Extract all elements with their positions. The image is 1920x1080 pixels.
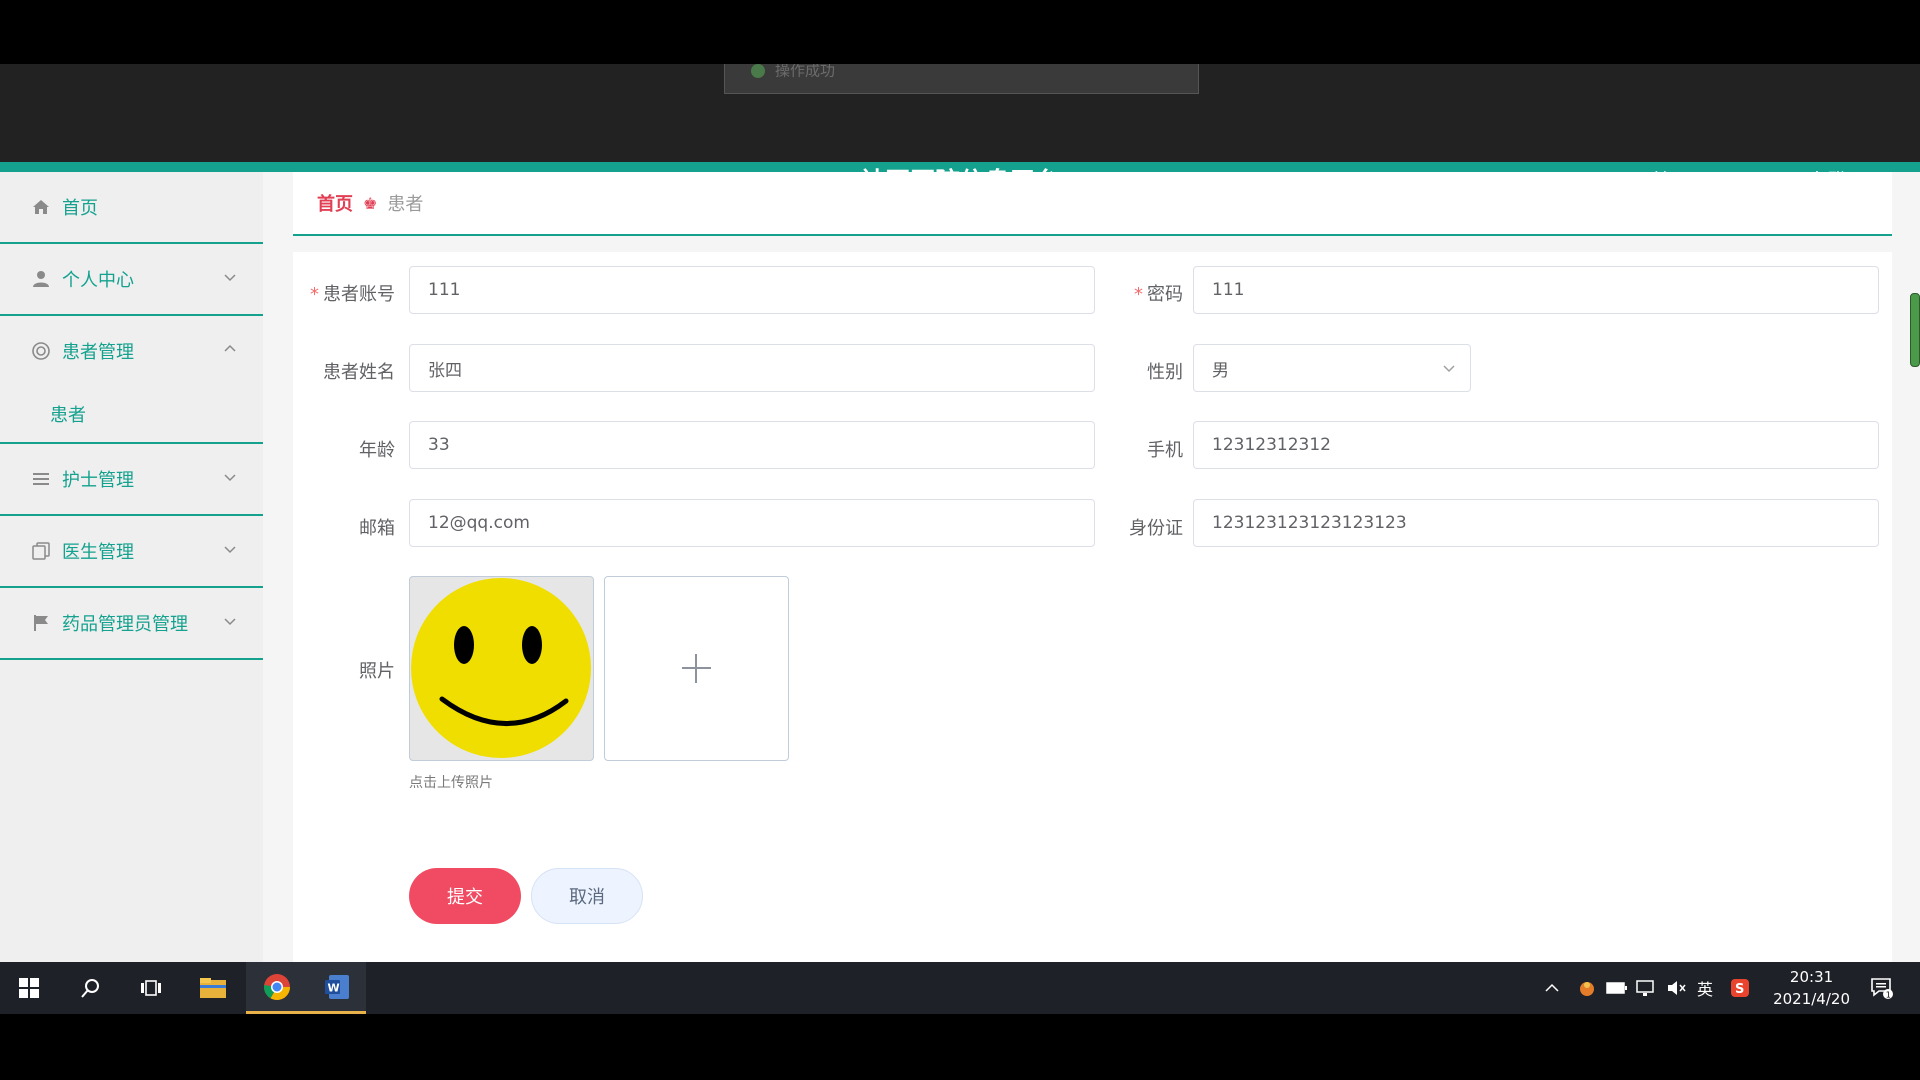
success-toast: 操作成功 [724, 64, 1199, 94]
phone-label: 手机 [1147, 440, 1183, 461]
photo-label: 照片 [359, 661, 395, 682]
list-icon [30, 468, 52, 490]
email-input[interactable]: 12@qq.com [409, 499, 1095, 547]
sidebar-item-doctors[interactable]: 医生管理 [0, 516, 263, 588]
sidebar-item-label: 个人中心 [62, 270, 134, 291]
password-label: * 密码 [1134, 284, 1183, 305]
sidebar-item-patients[interactable]: 患者管理 [0, 316, 263, 386]
check-icon [751, 64, 765, 78]
volume-muted-icon[interactable] [1666, 962, 1686, 1014]
chevron-up-icon [224, 344, 236, 352]
chevron-down-icon [1443, 365, 1455, 373]
cancel-button[interactable]: 取消 [531, 868, 643, 924]
main-content: 首页 ♚ 患者 * 患者账号 111 * 密码 111 患者姓名 张四 性别 男 年… [263, 172, 1920, 962]
sidebar-item-label: 护士管理 [62, 470, 134, 491]
toast-text: 操作成功 [775, 64, 836, 80]
account-label: * 患者账号 [310, 284, 395, 305]
breadcrumb-home[interactable]: 首页 [317, 190, 353, 216]
clock[interactable]: 20:31 2021/4/20 [1773, 966, 1850, 1010]
sidebar-item-label: 医生管理 [62, 542, 134, 563]
plus-icon [682, 654, 711, 683]
notification-icon[interactable]: 1 [1870, 962, 1894, 1014]
windows-taskbar: W 英 S 20:31 2021/4/20 1 [0, 962, 1920, 1014]
submit-button[interactable]: 提交 [409, 868, 521, 924]
chrome-icon[interactable] [246, 962, 308, 1014]
breadcrumb-current: 患者 [387, 194, 424, 215]
flag-icon [30, 612, 52, 634]
sogou-icon[interactable]: S [1730, 962, 1750, 1014]
gender-value: 男 [1212, 360, 1229, 381]
patient-form: * 患者账号 111 * 密码 111 患者姓名 张四 性别 男 年龄 33 手机 … [293, 252, 1892, 962]
clock-time: 20:31 [1789, 968, 1834, 986]
sidebar-subitem-patient[interactable]: 患者 [0, 386, 263, 444]
sidebar-item-label: 药品管理员管理 [62, 614, 188, 635]
patient-icon [30, 340, 52, 362]
password-input[interactable]: 111 [1193, 266, 1879, 314]
sidebar-item-pharmacists[interactable]: 药品管理员管理 [0, 588, 263, 660]
upload-button[interactable] [604, 576, 789, 761]
file-explorer-icon[interactable] [184, 962, 242, 1014]
age-input[interactable]: 33 [409, 421, 1095, 469]
ime-indicator[interactable]: 英 [1697, 962, 1713, 1014]
chevron-down-icon [224, 274, 236, 282]
name-input[interactable]: 张四 [409, 344, 1095, 392]
clock-date: 2021/4/20 [1773, 990, 1850, 1008]
gender-select[interactable]: 男 [1193, 344, 1471, 392]
sidebar-item-profile[interactable]: 个人中心 [0, 244, 263, 316]
word-icon[interactable]: W [308, 962, 366, 1014]
network-icon[interactable] [1636, 962, 1656, 1014]
task-view-icon[interactable] [122, 962, 180, 1014]
scrollbar[interactable] [1910, 293, 1920, 367]
sidebar-item-label: 患者管理 [62, 342, 134, 363]
notification-count: 1 [1886, 990, 1891, 999]
upload-tip: 点击上传照片 [409, 775, 493, 791]
age-label: 年龄 [359, 440, 395, 461]
home-icon [30, 196, 52, 218]
account-input[interactable]: 111 [409, 266, 1095, 314]
copy-icon [30, 540, 52, 562]
user-icon [30, 268, 52, 290]
sidebar: 首页 个人中心 患者管理 患者 护士管理 医生管理 药品管理员管理 [0, 172, 263, 962]
start-icon[interactable] [0, 962, 58, 1014]
chevron-down-icon [224, 618, 236, 626]
sidebar-item-label: 首页 [62, 198, 98, 219]
battery-icon[interactable] [1606, 962, 1628, 1014]
chevron-down-icon [224, 546, 236, 554]
idcard-input[interactable]: 123123123123123123 [1193, 499, 1879, 547]
tray-chevron-icon[interactable] [1544, 962, 1560, 1014]
svg-text:W: W [328, 981, 340, 994]
crown-icon: ♚ [363, 193, 378, 213]
svg-text:S: S [1735, 982, 1744, 997]
uploaded-photo[interactable] [409, 576, 594, 761]
email-label: 邮箱 [359, 518, 395, 539]
name-label: 患者姓名 [323, 362, 395, 383]
phone-input[interactable]: 12312312312 [1193, 421, 1879, 469]
idcard-label: 身份证 [1129, 518, 1183, 539]
chevron-down-icon [224, 474, 236, 482]
search-icon[interactable] [62, 962, 120, 1014]
smiley-photo [411, 578, 591, 758]
sidebar-item-nurses[interactable]: 护士管理 [0, 444, 263, 516]
gender-label: 性别 [1147, 362, 1183, 383]
sidebar-item-home[interactable]: 首页 [0, 172, 263, 244]
breadcrumb: 首页 ♚ 患者 [293, 172, 1892, 236]
app-tray-icon[interactable] [1578, 962, 1596, 1014]
